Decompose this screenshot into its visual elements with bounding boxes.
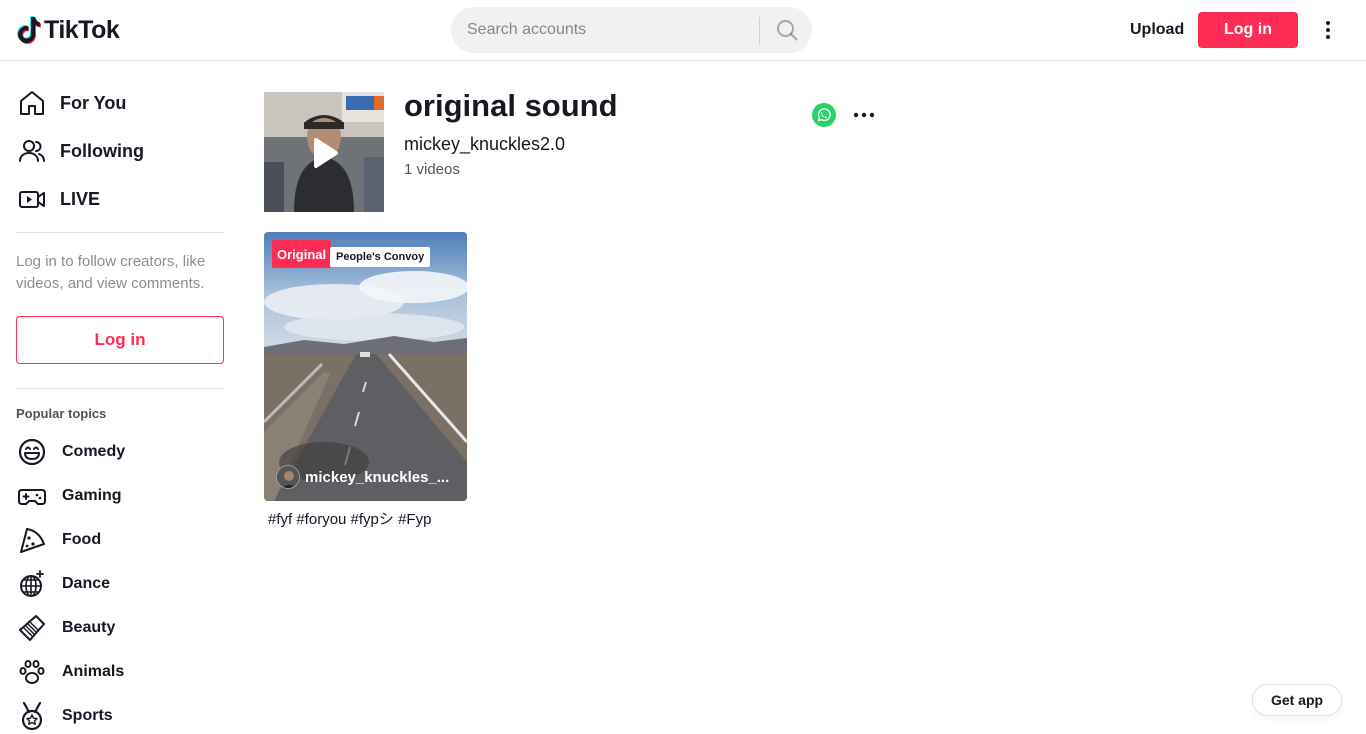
live-icon	[19, 191, 45, 208]
topic-gaming[interactable]: Gaming	[16, 478, 122, 514]
nav-label: LIVE	[60, 188, 101, 209]
sidebar-divider	[16, 388, 224, 389]
topic-comedy[interactable]: Comedy	[16, 434, 125, 470]
video-thumbnail	[264, 232, 467, 501]
search-input[interactable]	[467, 7, 757, 53]
topic-label: Dance	[62, 575, 111, 592]
pizza-icon	[20, 528, 45, 553]
topic-sports[interactable]: Sports	[16, 698, 113, 734]
sidebar-login-button[interactable]: Log in	[16, 316, 224, 364]
topic-beauty[interactable]: Beauty	[16, 610, 115, 646]
sound-author-link[interactable]: mickey_knuckles2.0	[404, 134, 565, 155]
topic-label: Food	[62, 531, 102, 548]
search-button[interactable]	[761, 7, 812, 53]
video-description[interactable]: #fyf #foryou #fypシ #Fyp	[268, 508, 431, 529]
medal-icon	[21, 701, 43, 731]
video-overlay-text: People's Convoy	[330, 247, 431, 267]
sidebar: For You Following LIVE Log in to follow …	[0, 61, 240, 731]
search-icon	[776, 20, 797, 41]
topic-label: Animals	[62, 663, 125, 680]
upload-button[interactable]: Upload	[1120, 14, 1194, 46]
home-icon	[20, 91, 44, 115]
nav-live[interactable]: LIVE	[16, 179, 100, 219]
topic-animals[interactable]: Animals	[16, 654, 124, 690]
logo-text: TikTok	[44, 15, 120, 44]
topic-label: Sports	[62, 707, 113, 724]
topic-label: Comedy	[62, 443, 126, 460]
tiktok-logo-icon	[17, 16, 41, 44]
nav-label: For You	[60, 92, 127, 113]
login-button[interactable]: Log in	[1198, 12, 1298, 48]
video-card[interactable]: Original People's Convoy mickey_knuckles…	[264, 232, 467, 501]
share-more-button[interactable]	[852, 103, 876, 127]
video-author-name: mickey_knuckles_...	[305, 468, 450, 486]
video-count: 1 videos	[404, 161, 460, 178]
sound-cover-thumbnail[interactable]	[264, 92, 384, 212]
share-whatsapp-button[interactable]	[812, 103, 836, 127]
video-author[interactable]: mickey_knuckles_...	[276, 465, 456, 489]
avatar-image	[277, 466, 299, 488]
more-horizontal-icon	[853, 112, 875, 118]
disco-ball-icon	[20, 570, 44, 597]
whatsapp-icon	[812, 103, 836, 127]
search-bar	[451, 7, 812, 53]
smile-icon	[18, 438, 46, 466]
nav-following[interactable]: Following	[16, 131, 144, 171]
more-menu-button[interactable]	[1316, 16, 1340, 44]
tiktok-logo[interactable]: TikTok	[16, 14, 120, 46]
nav-label: Following	[60, 140, 144, 161]
topic-label: Beauty	[62, 619, 116, 636]
topic-label: Gaming	[62, 487, 122, 504]
popular-topics-title: Popular topics	[16, 406, 107, 421]
paw-icon	[19, 660, 45, 684]
top-header: TikTok Upload Log in	[0, 0, 1366, 61]
more-vertical-icon	[1326, 21, 1330, 39]
search-divider	[759, 17, 760, 45]
avatar	[276, 465, 300, 489]
sidebar-divider	[16, 232, 224, 233]
comb-icon	[19, 615, 45, 641]
login-hint: Log in to follow creators, like videos, …	[16, 253, 206, 292]
get-app-button[interactable]: Get app	[1252, 684, 1342, 716]
topic-dance[interactable]: Dance	[16, 566, 110, 602]
sound-title: original sound	[404, 88, 618, 123]
original-badge: Original	[272, 240, 332, 268]
nav-for-you[interactable]: For You	[16, 83, 126, 123]
play-icon	[314, 138, 338, 168]
topic-food[interactable]: Food	[16, 522, 101, 558]
gamepad-icon	[18, 489, 46, 505]
users-icon	[19, 140, 45, 162]
